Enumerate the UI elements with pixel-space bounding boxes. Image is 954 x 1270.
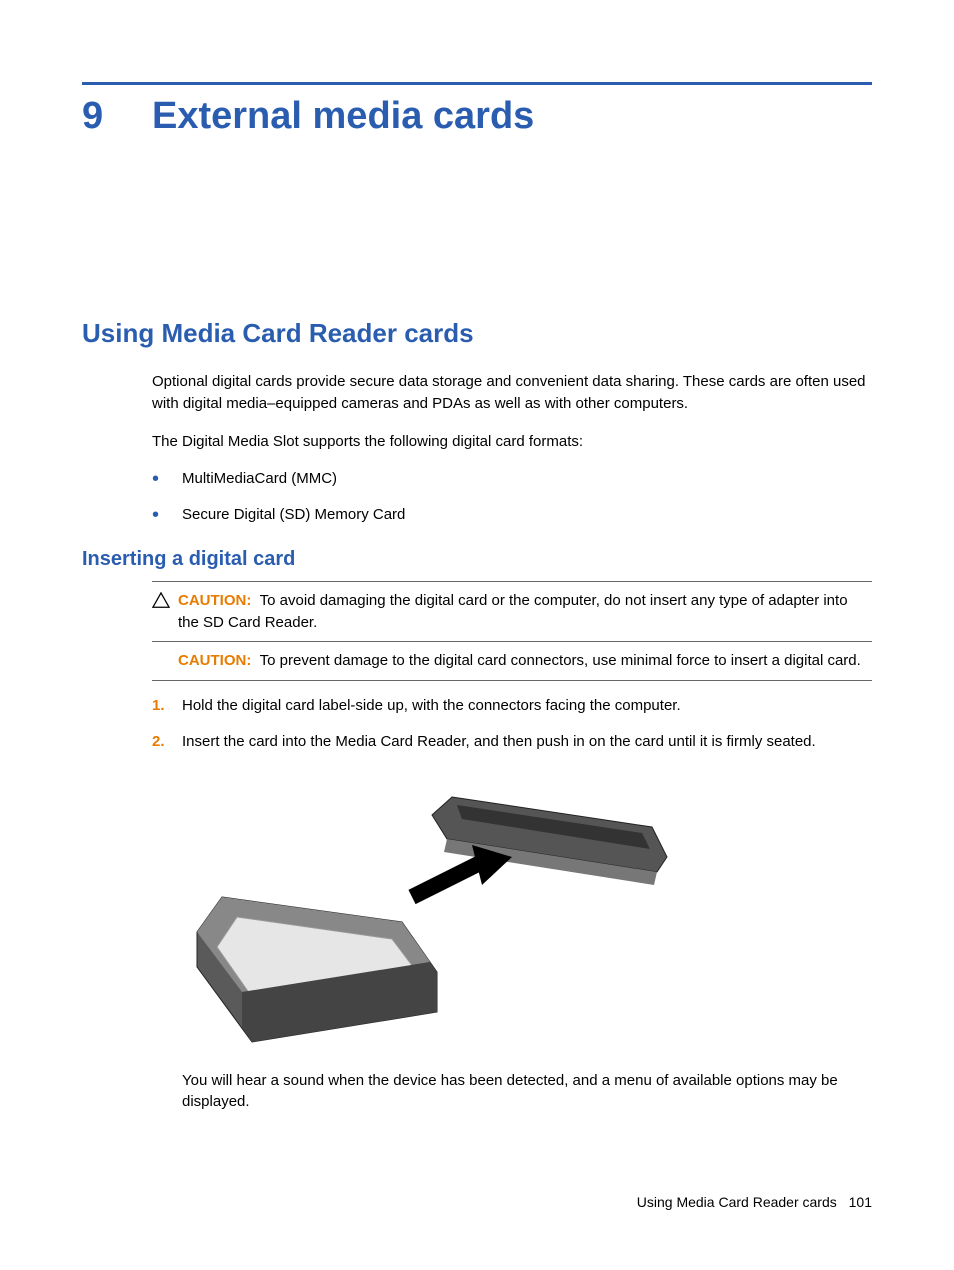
caution-body: To prevent damage to the digital card co… — [260, 652, 861, 669]
list-item: MultiMediaCard (MMC) — [152, 468, 872, 490]
caution-label: CAUTION: — [178, 652, 251, 669]
chapter-number: 9 — [82, 95, 152, 138]
section-heading: Using Media Card Reader cards — [82, 318, 872, 349]
footer-section: Using Media Card Reader cards — [637, 1194, 837, 1210]
chapter-title: External media cards — [152, 95, 534, 138]
step-item: Insert the card into the Media Card Read… — [152, 731, 872, 753]
caution-label: CAUTION: — [178, 592, 251, 609]
caution-block: CAUTION: To avoid damaging the digital c… — [152, 581, 872, 681]
card-insertion-illustration — [182, 767, 872, 1052]
section-intro: Optional digital cards provide secure da… — [152, 371, 872, 415]
chapter-heading: 9 External media cards — [82, 95, 872, 138]
subsection-heading: Inserting a digital card — [82, 548, 872, 571]
chapter-rule — [82, 82, 872, 85]
caution-text: CAUTION: To prevent damage to the digita… — [152, 642, 872, 680]
step-item: Hold the digital card label-side up, wit… — [152, 695, 872, 717]
formats-list: MultiMediaCard (MMC) Secure Digital (SD)… — [152, 468, 872, 526]
page-number: 101 — [849, 1194, 872, 1210]
post-step-text: You will hear a sound when the device ha… — [182, 1070, 872, 1114]
caution-triangle-icon — [152, 592, 170, 608]
caution-body: To avoid damaging the digital card or th… — [178, 592, 848, 631]
steps-list: Hold the digital card label-side up, wit… — [152, 695, 872, 753]
caution-text: CAUTION: To avoid damaging the digital c… — [178, 590, 872, 634]
list-item: Secure Digital (SD) Memory Card — [152, 504, 872, 526]
page-footer: Using Media Card Reader cards 101 — [637, 1194, 872, 1210]
formats-line: The Digital Media Slot supports the foll… — [152, 431, 872, 453]
